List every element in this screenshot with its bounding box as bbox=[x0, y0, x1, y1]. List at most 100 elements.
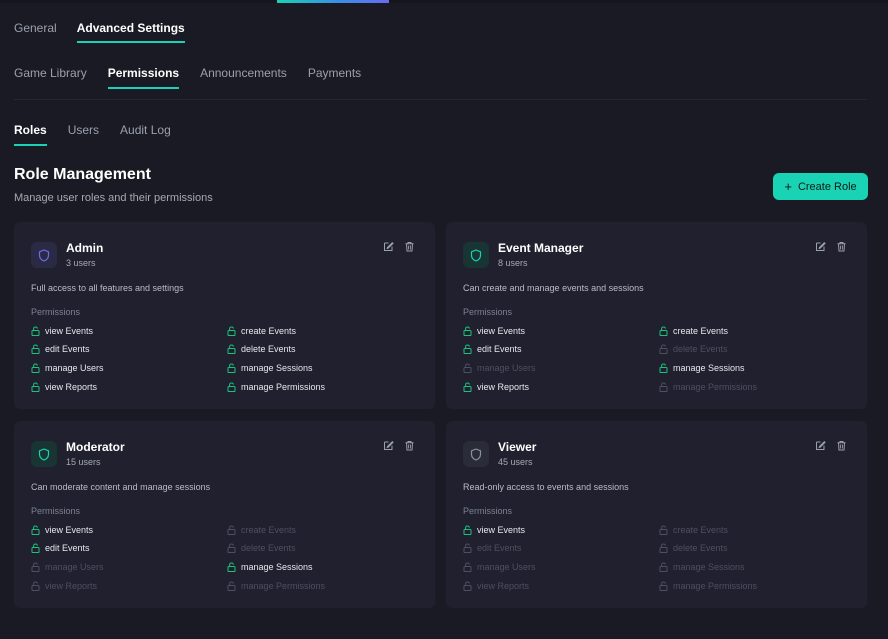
permission-item: view Events bbox=[463, 325, 525, 337]
lock-icon bbox=[227, 344, 236, 354]
permission-label: manage Sessions bbox=[241, 363, 313, 373]
permission-item: create Events bbox=[227, 524, 296, 536]
permission-item: create Events bbox=[659, 325, 728, 337]
lock-icon bbox=[463, 363, 472, 373]
permission-item: view Reports bbox=[31, 381, 97, 393]
role-name: Moderator bbox=[66, 440, 125, 454]
permission-item: manage Permissions bbox=[227, 381, 325, 393]
lock-icon bbox=[31, 363, 40, 373]
lock-icon bbox=[31, 382, 40, 392]
permission-item: create Events bbox=[227, 325, 296, 337]
shield-icon bbox=[463, 441, 489, 467]
lock-icon bbox=[659, 543, 668, 553]
tab-advanced-settings[interactable]: Advanced Settings bbox=[76, 20, 185, 44]
permission-label: view Reports bbox=[45, 382, 98, 392]
permission-label: manage Users bbox=[477, 562, 536, 572]
permission-label: delete Events bbox=[673, 543, 728, 553]
role-description: Full access to all features and settings bbox=[31, 283, 184, 293]
role-name: Viewer bbox=[498, 440, 537, 454]
role-card: Moderator 15 users Can moderate content an… bbox=[14, 421, 435, 608]
tab-users[interactable]: Users bbox=[68, 122, 99, 146]
create-role-button[interactable]: + Create Role bbox=[773, 173, 868, 200]
lock-icon bbox=[31, 344, 40, 354]
tab-announcements[interactable]: Announcements bbox=[200, 65, 287, 89]
role-card: Event Manager 8 users Can create and manag… bbox=[446, 222, 867, 409]
lock-icon bbox=[659, 562, 668, 572]
permission-label: view Events bbox=[45, 326, 94, 336]
permission-label: edit Events bbox=[477, 344, 522, 354]
permission-label: manage Permissions bbox=[673, 581, 758, 591]
lock-icon bbox=[659, 326, 668, 336]
top-strip bbox=[0, 0, 888, 3]
lock-icon bbox=[463, 382, 472, 392]
role-description: Can create and manage events and session… bbox=[463, 283, 644, 293]
role-description: Can moderate content and manage sessions bbox=[31, 482, 211, 492]
lock-icon bbox=[227, 363, 236, 373]
trash-icon[interactable] bbox=[836, 440, 847, 451]
permission-item: manage Sessions bbox=[227, 561, 313, 573]
permission-item: view Events bbox=[31, 524, 93, 536]
lock-icon bbox=[463, 543, 472, 553]
permission-label: manage Users bbox=[45, 363, 104, 373]
trash-icon[interactable] bbox=[404, 440, 415, 451]
permission-item: manage Permissions bbox=[227, 580, 325, 592]
plus-icon: + bbox=[784, 178, 792, 194]
permission-item: manage Users bbox=[31, 561, 104, 573]
lock-icon bbox=[31, 525, 40, 535]
role-card: Viewer 45 users Read-only access to events… bbox=[446, 421, 867, 608]
permission-label: delete Events bbox=[673, 344, 728, 354]
lock-icon bbox=[227, 581, 236, 591]
permission-label: create Events bbox=[673, 525, 729, 535]
permission-label: manage Permissions bbox=[241, 581, 326, 591]
edit-icon[interactable] bbox=[815, 440, 826, 451]
permission-item: manage Permissions bbox=[659, 381, 757, 393]
trash-icon[interactable] bbox=[404, 241, 415, 252]
lock-icon bbox=[463, 344, 472, 354]
shield-icon bbox=[31, 242, 57, 268]
tab-general[interactable]: General bbox=[14, 20, 57, 44]
permission-item: edit Events bbox=[463, 542, 522, 554]
role-name: Admin bbox=[66, 241, 104, 255]
tab-roles[interactable]: Roles bbox=[14, 122, 47, 146]
lock-icon bbox=[659, 344, 668, 354]
trash-icon[interactable] bbox=[836, 241, 847, 252]
tab-game-library[interactable]: Game Library bbox=[14, 65, 87, 89]
permission-label: view Events bbox=[477, 326, 526, 336]
create-role-label: Create Role bbox=[797, 180, 857, 193]
lock-icon bbox=[463, 326, 472, 336]
role-name: Event Manager bbox=[498, 241, 584, 255]
lock-icon bbox=[31, 581, 40, 591]
lock-icon bbox=[227, 562, 236, 572]
permission-item: manage Users bbox=[463, 362, 536, 374]
edit-icon[interactable] bbox=[383, 440, 394, 451]
permission-label: view Reports bbox=[477, 382, 530, 392]
permission-label: view Events bbox=[45, 525, 94, 535]
tab-permissions[interactable]: Permissions bbox=[107, 65, 180, 89]
edit-icon[interactable] bbox=[815, 241, 826, 252]
lock-icon bbox=[463, 525, 472, 535]
permission-tabs: Roles Users Audit Log bbox=[14, 122, 192, 146]
permission-item: view Reports bbox=[31, 580, 97, 592]
permission-label: manage Permissions bbox=[673, 382, 758, 392]
edit-icon[interactable] bbox=[383, 241, 394, 252]
settings-tabs: General Advanced Settings bbox=[14, 20, 205, 44]
permission-label: manage Permissions bbox=[241, 382, 326, 392]
role-card: Admin 3 users Full access to all features … bbox=[14, 222, 435, 409]
lock-icon bbox=[659, 363, 668, 373]
tab-payments[interactable]: Payments bbox=[308, 65, 361, 89]
permission-label: view Reports bbox=[45, 581, 98, 591]
permission-item: view Events bbox=[31, 325, 93, 337]
role-description: Read-only access to events and sessions bbox=[463, 482, 629, 492]
lock-icon bbox=[463, 562, 472, 572]
permission-label: manage Users bbox=[477, 363, 536, 373]
permission-label: manage Sessions bbox=[241, 562, 313, 572]
tab-audit-log[interactable]: Audit Log bbox=[120, 122, 171, 146]
permission-label: manage Sessions bbox=[673, 562, 745, 572]
permission-item: edit Events bbox=[463, 343, 522, 355]
lock-icon bbox=[659, 581, 668, 591]
section-divider bbox=[14, 99, 867, 100]
permission-item: delete Events bbox=[659, 343, 728, 355]
permission-label: create Events bbox=[673, 326, 729, 336]
permissions-heading: Permissions bbox=[31, 506, 81, 516]
role-user-count: 45 users bbox=[498, 457, 533, 467]
